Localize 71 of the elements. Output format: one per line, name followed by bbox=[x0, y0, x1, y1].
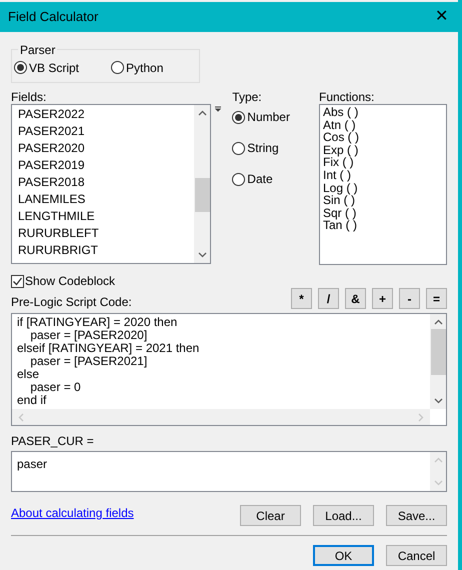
scroll-up-icon[interactable] bbox=[434, 317, 442, 327]
scroll-down-icon[interactable] bbox=[198, 250, 206, 260]
code-line: paser = [PASER2021] bbox=[29, 355, 148, 368]
fields-label: Fields: bbox=[11, 89, 48, 104]
fields-list[interactable]: PASER2022 PASER2021 PASER2020 PASER2019 PASER2018 LANEMILES LENGTHMILE RURURBLEFT RURURBRIGT bbox=[11, 104, 211, 264]
function-item[interactable]: Exp ( ) bbox=[323, 144, 446, 156]
close-button[interactable]: ✕ bbox=[435, 9, 448, 25]
field-item[interactable]: PASER2020 bbox=[18, 140, 194, 157]
field-item[interactable]: PASER2022 bbox=[18, 106, 194, 123]
function-item[interactable]: Fix ( ) bbox=[323, 156, 446, 169]
ok-button[interactable]: OK bbox=[313, 545, 374, 566]
type-label: Type: bbox=[232, 89, 263, 104]
vertical-scrollbar[interactable] bbox=[194, 105, 210, 263]
help-link[interactable]: About calculating fields bbox=[11, 504, 134, 522]
pre-logic-label: Pre-Logic Script Code: bbox=[11, 294, 132, 311]
radio-button[interactable] bbox=[232, 110, 246, 124]
radio-label[interactable]: Date bbox=[247, 170, 273, 188]
dropdown-arrow-icon[interactable] bbox=[215, 106, 221, 112]
function-item[interactable]: Sin ( ) bbox=[323, 194, 446, 207]
dialog-button[interactable]: Clear bbox=[240, 505, 301, 526]
field-item[interactable]: PASER2018 bbox=[18, 174, 194, 191]
function-item[interactable]: Log ( ) bbox=[323, 182, 446, 194]
scroll-down-icon[interactable] bbox=[434, 396, 442, 406]
checkbox-label[interactable]: Show Codeblock bbox=[25, 272, 116, 290]
radio-label[interactable]: Python bbox=[126, 58, 164, 76]
operator-button[interactable]: * bbox=[291, 288, 312, 309]
function-item[interactable]: Sqr ( ) bbox=[323, 206, 446, 220]
function-item[interactable]: Int ( ) bbox=[323, 168, 446, 182]
code-line: if [RATINGYEAR] = 2020 then bbox=[17, 316, 178, 329]
code-line: paser = [PASER2020] bbox=[30, 329, 148, 342]
function-item[interactable]: Abs ( ) bbox=[323, 106, 446, 119]
field-item[interactable]: RURURBRIGT bbox=[18, 242, 194, 259]
expression-label: PASER_CUR = bbox=[11, 433, 95, 450]
code-line: else bbox=[17, 368, 40, 381]
dialog-button[interactable]: Load... bbox=[313, 505, 374, 526]
field-item[interactable]: PASER2019 bbox=[18, 157, 194, 174]
scrollbar-thumb[interactable] bbox=[194, 178, 210, 212]
field-item[interactable]: RURURBLEFT bbox=[18, 225, 194, 242]
field-item[interactable]: LANEMILES bbox=[18, 191, 194, 208]
window-title: Field Calculator bbox=[8, 8, 98, 26]
code-line: paser = 0 bbox=[29, 381, 82, 394]
operator-button[interactable]: = bbox=[426, 288, 447, 309]
function-item[interactable]: Tan ( ) bbox=[323, 219, 446, 232]
functions-list[interactable]: Abs ( ) Atn ( ) Cos ( ) Exp ( ) Fix ( ) Int ( ) Log ( ) Sin ( ) Sqr ( ) Tan ( ) bbox=[319, 104, 447, 265]
code-line: elseif [RATINGYEAR] = 2021 then bbox=[17, 342, 200, 355]
field-item[interactable]: PASER2021 bbox=[18, 123, 194, 140]
expression-editor[interactable]: paser bbox=[11, 451, 447, 492]
operator-button[interactable]: + bbox=[372, 288, 393, 309]
expression-text: paser bbox=[16, 456, 48, 473]
operator-button[interactable]: & bbox=[345, 288, 366, 309]
functions-label: Functions: bbox=[319, 89, 376, 104]
radio-label[interactable]: VB Script bbox=[29, 58, 80, 76]
cancel-button[interactable]: Cancel bbox=[386, 545, 447, 566]
field-item[interactable]: LENGTHMILE bbox=[18, 208, 194, 225]
vertical-scrollbar[interactable] bbox=[430, 314, 446, 409]
radio-button[interactable] bbox=[14, 61, 27, 74]
code-line: end if bbox=[17, 394, 46, 407]
function-item[interactable]: Cos ( ) bbox=[323, 131, 446, 144]
code-editor[interactable]: if [RATINGYEAR] = 2020 then paser = [PASER2020] elseif [RATINGYEAR] = 2021 then paser = [PASER2021] else paser = 0 end if bbox=[11, 313, 447, 426]
radio-label[interactable]: String bbox=[247, 139, 279, 157]
scroll-up-icon[interactable] bbox=[198, 108, 206, 118]
radio-button[interactable] bbox=[232, 172, 246, 186]
radio-button[interactable] bbox=[111, 61, 124, 74]
radio-label[interactable]: Number bbox=[247, 108, 290, 126]
scrollbar-thumb[interactable] bbox=[430, 329, 446, 375]
operator-button[interactable]: / bbox=[318, 288, 339, 309]
radio-button[interactable] bbox=[232, 142, 246, 154]
dialog-button[interactable]: Save... bbox=[386, 505, 447, 526]
function-item[interactable]: Atn ( ) bbox=[323, 118, 446, 132]
operator-button[interactable]: - bbox=[399, 288, 420, 309]
checkbox[interactable] bbox=[11, 274, 24, 288]
